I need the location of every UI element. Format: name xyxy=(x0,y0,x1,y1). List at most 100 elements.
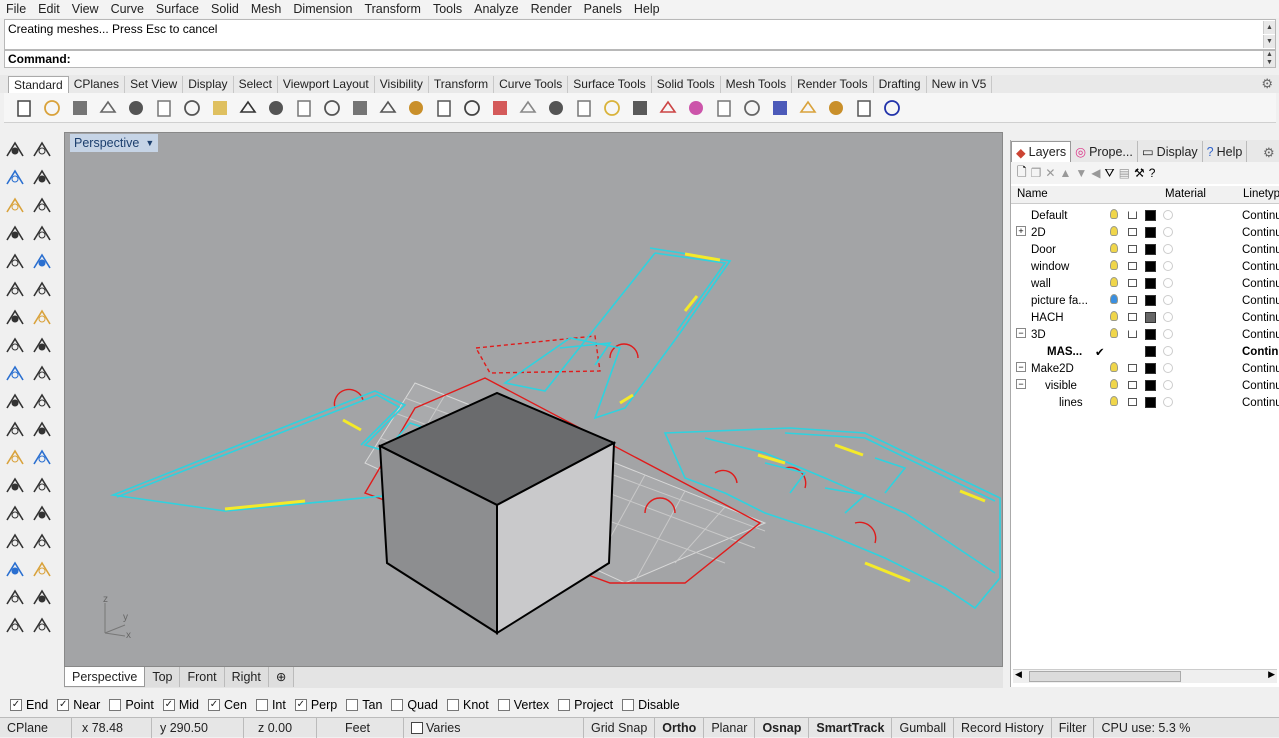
layer-material-icon[interactable] xyxy=(1163,227,1173,237)
box-solid-icon[interactable] xyxy=(3,306,27,330)
grid-snap-icon[interactable] xyxy=(850,95,878,121)
command-spin-up[interactable]: ▲ xyxy=(1263,51,1275,59)
select-arrow-icon[interactable] xyxy=(3,138,27,162)
toolbar-tab-mesh-tools[interactable]: Mesh Tools xyxy=(721,76,793,93)
column-name[interactable]: Name xyxy=(1017,188,1048,200)
layer-expander-icon[interactable]: + xyxy=(1016,226,1026,236)
layer-material-icon[interactable] xyxy=(1163,261,1173,271)
color-wheel-icon[interactable] xyxy=(682,95,710,121)
render-sphere-icon[interactable] xyxy=(766,95,794,121)
explode-icon[interactable] xyxy=(3,362,27,386)
toolbar-tab-viewport-layout[interactable]: Viewport Layout xyxy=(278,76,375,93)
osnap-disable-checkbox[interactable] xyxy=(622,699,635,711)
transform-icon[interactable] xyxy=(570,95,598,121)
layer-color-swatch[interactable] xyxy=(1145,312,1156,323)
sphere-icon[interactable] xyxy=(30,306,54,330)
rectangle-icon[interactable] xyxy=(30,222,54,246)
osnap-perp-checkbox[interactable]: ✓ xyxy=(294,699,307,711)
planar-toggle[interactable]: Planar xyxy=(704,717,756,738)
osnap-vertex-checkbox[interactable] xyxy=(497,699,510,711)
rendered-icon[interactable] xyxy=(738,95,766,121)
move-down-icon[interactable]: ▼ xyxy=(1075,166,1087,180)
layer-material-icon[interactable] xyxy=(1163,244,1173,254)
osnap-knot[interactable]: Knot xyxy=(447,698,489,712)
osnap-perp[interactable]: ✓ Perp xyxy=(294,698,337,712)
zoom-window-icon[interactable] xyxy=(346,95,374,121)
layer-lock-icon[interactable] xyxy=(1128,279,1137,287)
surface-corner-icon[interactable] xyxy=(3,278,27,302)
check-icon[interactable] xyxy=(30,586,54,610)
layer-material-icon[interactable] xyxy=(1163,363,1173,373)
layer-lock-icon[interactable] xyxy=(1128,364,1137,372)
block-icon[interactable] xyxy=(3,530,27,554)
layer-row[interactable]: Door Continu xyxy=(1011,242,1279,259)
layer-expander-icon[interactable]: − xyxy=(1016,379,1026,389)
layer-material-icon[interactable] xyxy=(1163,278,1173,288)
layer-color-swatch[interactable] xyxy=(1145,295,1156,306)
view-tab-perspective[interactable]: Perspective xyxy=(64,667,146,687)
layer-color-swatch[interactable] xyxy=(1145,363,1156,374)
save-icon[interactable] xyxy=(66,95,94,121)
polygon-icon[interactable] xyxy=(3,250,27,274)
light-bolt-icon[interactable] xyxy=(30,362,54,386)
layer-lock-icon[interactable] xyxy=(1128,211,1137,219)
hatch-icon[interactable] xyxy=(30,530,54,554)
four-viewports-icon[interactable] xyxy=(458,95,486,121)
layer-linetype[interactable]: Continu xyxy=(1242,244,1279,256)
layer-linetype[interactable]: Continu xyxy=(1242,295,1279,307)
gumball-toggle[interactable]: Gumball xyxy=(892,717,955,738)
toolbar-tab-render-tools[interactable]: Render Tools xyxy=(792,76,874,93)
circle-icon[interactable] xyxy=(3,194,27,218)
layer-visible-bulb-icon[interactable] xyxy=(1110,277,1118,287)
tab-properties[interactable]: ◎ Prope... xyxy=(1071,141,1138,162)
osnap-end-checkbox[interactable]: ✓ xyxy=(10,699,22,711)
layer-color-swatch[interactable] xyxy=(1145,244,1156,255)
layer-row[interactable]: wall Continu xyxy=(1011,276,1279,293)
osnap-quad[interactable]: Quad xyxy=(391,698,438,712)
osnap-point[interactable]: Point xyxy=(109,698,154,712)
column-material[interactable]: Material xyxy=(1165,188,1206,200)
layer-linetype[interactable]: Continu xyxy=(1242,261,1279,273)
toolbar-tab-drafting[interactable]: Drafting xyxy=(874,76,927,93)
arc-icon[interactable] xyxy=(3,222,27,246)
layer-material-icon[interactable] xyxy=(1163,210,1173,220)
move-parent-icon[interactable]: ◀ xyxy=(1091,166,1100,180)
new-layer-icon[interactable]: 🗋 xyxy=(1017,163,1027,184)
toolbar-tab-new-in-v5[interactable]: New in V5 xyxy=(927,76,993,93)
toolbar-tab-solid-tools[interactable]: Solid Tools xyxy=(652,76,721,93)
layer-linetype[interactable]: Continu xyxy=(1242,363,1279,375)
layer-material-icon[interactable] xyxy=(1163,329,1173,339)
viewport-title[interactable]: Perspective ▼ xyxy=(70,134,159,152)
osnap-vertex[interactable]: Vertex xyxy=(497,698,549,712)
object-properties-icon[interactable] xyxy=(654,95,682,121)
menu-transform[interactable]: Transform xyxy=(358,0,427,18)
zoom-extents-icon[interactable] xyxy=(374,95,402,121)
layer-visible-bulb-icon[interactable] xyxy=(1110,260,1118,270)
menu-help[interactable]: Help xyxy=(628,0,666,18)
toolbar-tab-standard[interactable]: Standard xyxy=(8,76,69,93)
osnap-tan-checkbox[interactable] xyxy=(346,699,359,711)
add-view-tab-icon[interactable]: ⊕ xyxy=(268,667,295,687)
toolbar-tab-transform[interactable]: Transform xyxy=(429,76,495,93)
layer-row[interactable]: −3D Continu xyxy=(1011,327,1279,344)
group-icon[interactable] xyxy=(30,418,54,442)
trim-icon[interactable] xyxy=(3,390,27,414)
osnap-quad-checkbox[interactable] xyxy=(391,699,404,711)
layer-visible-bulb-icon[interactable] xyxy=(1110,294,1118,304)
menu-file[interactable]: File xyxy=(0,0,32,18)
layer-linetype[interactable]: Continu xyxy=(1242,397,1279,409)
osnap-end[interactable]: ✓ End xyxy=(10,698,48,712)
menu-panels[interactable]: Panels xyxy=(578,0,628,18)
perspective-viewport[interactable]: Perspective ▼ z y x xyxy=(64,132,1003,667)
layer-visible-bulb-icon[interactable] xyxy=(1110,226,1118,236)
ellipse-icon[interactable] xyxy=(30,194,54,218)
layer-row[interactable]: HACH Continu xyxy=(1011,310,1279,327)
layer-indicator[interactable]: Varies xyxy=(404,717,584,738)
filter-icon[interactable]: ⛛ xyxy=(1105,166,1115,181)
ortho-toggle[interactable]: Ortho xyxy=(655,717,705,738)
surface-edge-icon[interactable] xyxy=(30,278,54,302)
view-tab-right[interactable]: Right xyxy=(224,667,269,687)
layer-row[interactable]: Default Continu xyxy=(1011,208,1279,225)
layer-lock-icon[interactable] xyxy=(1128,398,1137,406)
offset-icon[interactable] xyxy=(3,446,27,470)
